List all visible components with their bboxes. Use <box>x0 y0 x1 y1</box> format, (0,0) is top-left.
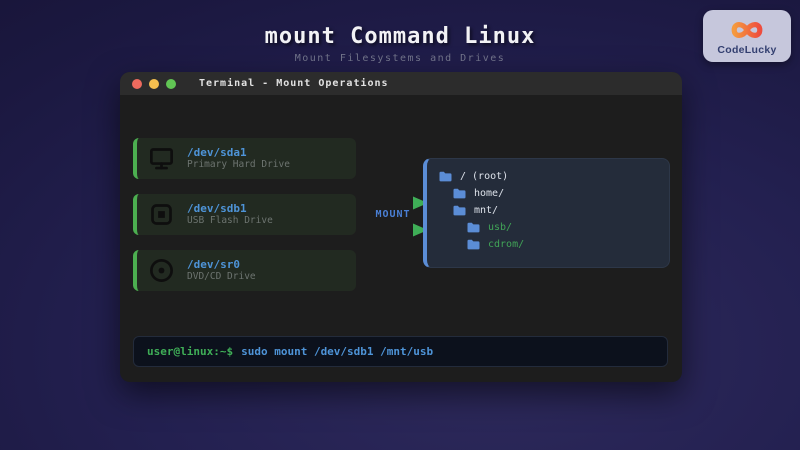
close-button[interactable] <box>132 79 142 89</box>
terminal-window: Terminal - Mount Operations /dev/sda1 Pr… <box>120 72 682 382</box>
minimize-button[interactable] <box>149 79 159 89</box>
disc-icon <box>148 257 175 284</box>
terminal-titlebar: Terminal - Mount Operations <box>120 72 682 95</box>
monitor-icon <box>148 145 175 172</box>
tree-item-label: home/ <box>474 188 504 199</box>
page-subtitle: Mount Filesystems and Drives <box>0 53 800 64</box>
device-name: /dev/sr0 <box>187 258 256 271</box>
device-description: USB Flash Drive <box>187 215 273 227</box>
tree-item-home: home/ <box>427 185 669 202</box>
device-text: /dev/sda1 Primary Hard Drive <box>187 146 290 171</box>
logo-text: CodeLucky <box>717 44 776 56</box>
filesystem-tree-panel: / (root) home/ mnt/ usb/ cdrom/ <box>423 158 670 268</box>
tree-item-label: / (root) <box>460 171 508 182</box>
device-box-sda1: /dev/sda1 Primary Hard Drive <box>133 138 356 179</box>
device-box-sr0: /dev/sr0 DVD/CD Drive <box>133 250 356 291</box>
tree-item-mnt: mnt/ <box>427 202 669 219</box>
tree-item-label: usb/ <box>488 222 512 233</box>
page-background: mount Command Linux Mount Filesystems an… <box>0 0 800 450</box>
shell-command: sudo mount /dev/sdb1 /mnt/usb <box>241 345 433 358</box>
shell-prompt: user@linux:~$ <box>147 345 233 358</box>
terminal-title: Terminal - Mount Operations <box>199 78 389 89</box>
tree-item-cdrom: cdrom/ <box>427 236 669 253</box>
device-description: Primary Hard Drive <box>187 159 290 171</box>
device-name: /dev/sda1 <box>187 146 290 159</box>
mount-label: MOUNT <box>357 209 429 220</box>
mount-arrow-icon <box>357 196 429 210</box>
device-box-sdb1: /dev/sdb1 USB Flash Drive <box>133 194 356 235</box>
tree-item-root: / (root) <box>427 168 669 185</box>
tree-item-label: cdrom/ <box>488 239 524 250</box>
folder-icon <box>467 239 480 250</box>
mount-arrow-icon <box>357 223 429 237</box>
tree-item-usb: usb/ <box>427 219 669 236</box>
infinity-icon <box>723 17 771 44</box>
device-description: DVD/CD Drive <box>187 271 256 283</box>
usb-drive-icon <box>148 201 175 228</box>
device-name: /dev/sdb1 <box>187 202 273 215</box>
tree-item-label: mnt/ <box>474 205 498 216</box>
device-text: /dev/sdb1 USB Flash Drive <box>187 202 273 227</box>
folder-icon <box>453 205 466 216</box>
folder-icon <box>453 188 466 199</box>
page-title: mount Command Linux <box>0 24 800 49</box>
folder-icon <box>467 222 480 233</box>
maximize-button[interactable] <box>166 79 176 89</box>
command-bar: user@linux:~$ sudo mount /dev/sdb1 /mnt/… <box>133 336 668 367</box>
device-text: /dev/sr0 DVD/CD Drive <box>187 258 256 283</box>
codelucky-logo-badge: CodeLucky <box>703 10 791 62</box>
folder-icon <box>439 171 452 182</box>
